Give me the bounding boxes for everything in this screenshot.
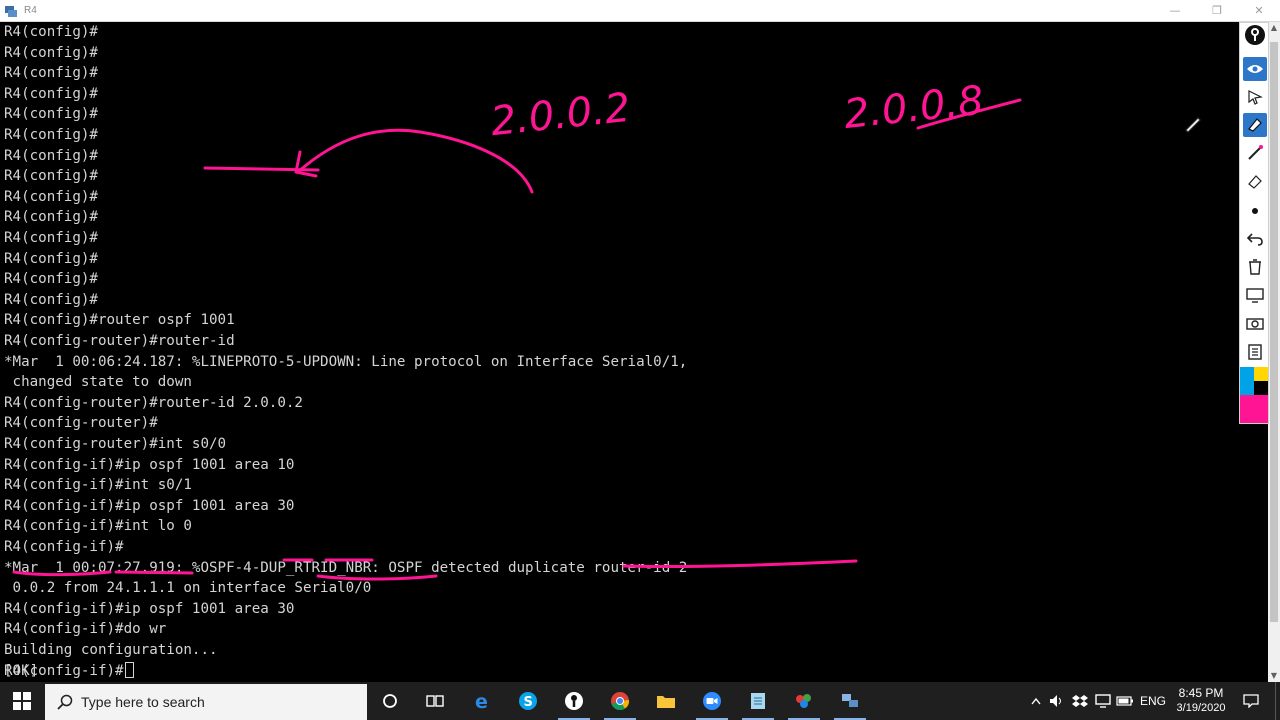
terminal-line: R4(config-router)#router-id [4, 333, 235, 349]
annotation-toolbar [1239, 22, 1269, 424]
terminal-line: R4(config)# [4, 85, 98, 102]
camera-icon[interactable] [1243, 311, 1267, 335]
minimize-button[interactable]: — [1154, 0, 1196, 22]
highlighter-icon[interactable] [1243, 113, 1267, 137]
terminal-line: R4(config)# [4, 250, 98, 267]
pen-icon[interactable] [1243, 141, 1267, 165]
vertical-scrollbar[interactable]: ▲ ▼ [1268, 22, 1280, 682]
volume-icon[interactable] [1047, 682, 1067, 720]
color-swatch-blue[interactable] [1240, 367, 1254, 381]
close-button[interactable]: ✕ [1238, 0, 1280, 22]
eye-icon[interactable] [1243, 57, 1267, 81]
color-swatch-black[interactable] [1254, 381, 1268, 395]
svg-text:S: S [524, 695, 533, 710]
dropbox-icon[interactable] [1070, 682, 1090, 720]
terminal-line: R4(config-if)#ip ospf 1001 area 10 [4, 456, 295, 473]
window-title: R4 [24, 5, 37, 16]
pen-cursor-icon [1185, 117, 1201, 133]
terminal-line: R4(config-if)#int s0/1 [4, 477, 192, 494]
terminal-line: 0.0.2 from 24.1.1.1 on interface Serial0… [4, 580, 372, 597]
gns3-icon[interactable] [552, 682, 596, 720]
terminal-line: *Mar 1 00:06:24.187: %LINEPROTO-5-UPDOWN… [4, 353, 688, 370]
terminal-line: R4(config)# [4, 291, 98, 308]
trash-icon[interactable] [1243, 255, 1267, 279]
terminal-line: R4(config-router)#router-id 2.0.0.2 [4, 394, 303, 411]
system-clock[interactable]: 8:45 PM 3/19/2020 [1170, 686, 1232, 716]
terminal-prompt-line[interactable]: R4(config-if)# [4, 661, 134, 681]
network-icon[interactable] [828, 682, 872, 720]
clock-time: 8:45 PM [1178, 686, 1224, 700]
zoom-icon[interactable] [690, 682, 734, 720]
terminal-line: R4(config-if)# [4, 539, 124, 555]
maximize-button[interactable]: ❐ [1196, 0, 1238, 22]
clock-date: 3/19/2020 [1176, 702, 1226, 714]
text-cursor [124, 662, 134, 678]
window-titlebar: R4 — ❐ ✕ [0, 0, 1280, 22]
terminal-line: R4(config)# [4, 65, 98, 82]
cortana-icon[interactable] [368, 682, 412, 720]
terminal-line: *Mar 1 00:07:27.919: %OSPF-4-DUP_RTRID_N… [4, 559, 688, 576]
start-button[interactable] [0, 682, 44, 720]
terminal-line: R4(config-router)# [4, 415, 158, 432]
terminal-console[interactable]: R4(config)# R4(config)# R4(config)# R4(c… [0, 22, 1268, 682]
windows-icon [13, 692, 31, 710]
terminal-line: R4(config)# [4, 230, 98, 246]
terminal-line: R4(config-if)#ip ospf 1001 area 30 [4, 497, 295, 514]
notification-center-icon[interactable] [1240, 682, 1262, 720]
terminal-line: R4(config-if)#do wr [4, 621, 167, 638]
terminal-line: R4(config)#router ospf 1001 [4, 312, 235, 329]
taskbar: Type here to search e S ENG 8:45 PM 3/19… [0, 682, 1280, 720]
color-palette[interactable] [1240, 367, 1268, 423]
skype-icon[interactable]: S [506, 682, 550, 720]
terminal-line: Building configuration... [4, 642, 218, 658]
terminal-prompt: R4(config-if)# [4, 663, 124, 679]
terminal-line: R4(config)# [4, 209, 98, 226]
language-indicator[interactable]: ENG [1138, 682, 1168, 720]
terminal-line: R4(config)# [4, 24, 98, 40]
terminal-line: R4(config)# [4, 271, 98, 288]
scrollbar-thumb[interactable] [1270, 42, 1278, 622]
color-swatch-cyan[interactable] [1240, 381, 1254, 395]
display-icon[interactable] [1093, 682, 1113, 720]
terminal-line: R4(config)# [4, 127, 98, 143]
file-explorer-icon[interactable] [644, 682, 688, 720]
whiteboard-icon[interactable] [1243, 283, 1267, 307]
notepad-icon[interactable] [736, 682, 780, 720]
terminal-line: R4(config)# [4, 168, 98, 185]
pointer-icon[interactable] [1243, 85, 1267, 109]
show-desktop-button[interactable] [1275, 682, 1280, 720]
terminal-app-icon [5, 5, 17, 17]
search-placeholder: Type here to search [81, 694, 205, 710]
search-box[interactable]: Type here to search [45, 684, 367, 720]
logo-icon[interactable] [1243, 23, 1267, 47]
search-icon [57, 694, 73, 710]
svg-text:e: e [475, 691, 488, 711]
dot-icon[interactable] [1243, 199, 1267, 223]
scroll-up-icon[interactable]: ▲ [1268, 22, 1280, 34]
paint-icon[interactable] [782, 682, 826, 720]
terminal-line: R4(config-if)#int lo 0 [4, 518, 192, 535]
terminal-line: R4(config)# [4, 44, 98, 61]
undo-icon[interactable] [1243, 227, 1267, 251]
terminal-line: R4(config)# [4, 188, 98, 205]
task-view-icon[interactable] [413, 682, 457, 720]
clipboard-icon[interactable] [1243, 339, 1267, 363]
terminal-line: R4(config)# [4, 147, 98, 164]
edge-icon[interactable]: e [461, 682, 505, 720]
color-swatch-pink[interactable] [1240, 395, 1268, 423]
terminal-line: R4(config)# [4, 106, 98, 123]
scroll-down-icon[interactable]: ▼ [1268, 670, 1280, 682]
show-hidden-icons-icon[interactable] [1026, 682, 1046, 720]
battery-icon[interactable] [1115, 682, 1135, 720]
terminal-line: R4(config-if)#ip ospf 1001 area 30 [4, 600, 295, 617]
terminal-line: changed state to down [4, 374, 192, 391]
terminal-line: R4(config-router)#int s0/0 [4, 436, 227, 452]
eraser-icon[interactable] [1243, 169, 1267, 193]
chrome-icon[interactable] [598, 682, 642, 720]
color-swatch-yellow[interactable] [1254, 367, 1268, 381]
